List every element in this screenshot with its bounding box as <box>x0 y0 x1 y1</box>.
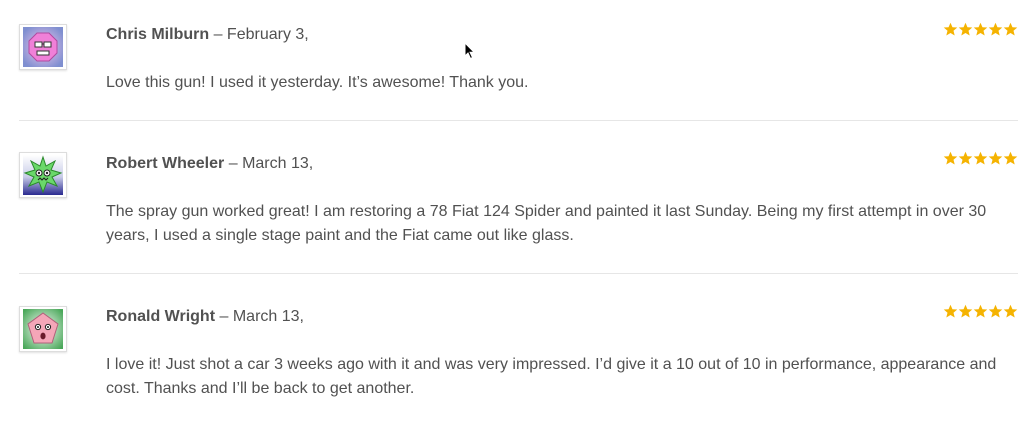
star-icon <box>988 22 1003 36</box>
avatar <box>19 24 67 70</box>
review-separator: – <box>213 26 223 43</box>
review-text: The spray gun worked great! I am restori… <box>106 203 987 244</box>
review-meta: Ronald Wright – March 13, <box>106 307 304 327</box>
star-icon <box>973 304 988 318</box>
star-rating <box>943 22 1018 37</box>
pink-robot-avatar-icon <box>23 27 63 67</box>
star-icon <box>973 22 988 36</box>
star-icon <box>988 151 1003 165</box>
star-icon <box>1003 22 1018 36</box>
review-text: Love this gun! I used it yesterday. It’s… <box>106 74 529 91</box>
avatar <box>19 152 67 198</box>
star-icon <box>958 22 973 36</box>
pink-pentagon-avatar-icon <box>23 309 63 349</box>
review-text: I love it! Just shot a car 3 weeks ago w… <box>106 356 997 397</box>
review-date: February 3, <box>226 26 309 43</box>
star-icon <box>988 304 1003 318</box>
star-icon <box>1003 304 1018 318</box>
divider <box>19 120 1018 121</box>
review-author: Chris Milburn <box>106 26 210 43</box>
green-star-monster-avatar-icon <box>23 155 63 195</box>
divider <box>19 273 1018 274</box>
star-icon <box>943 151 958 165</box>
star-icon <box>958 151 973 165</box>
star-icon <box>958 304 973 318</box>
star-rating <box>943 304 1018 319</box>
review-author: Robert Wheeler <box>106 155 225 172</box>
star-icon <box>943 304 958 318</box>
star-icon <box>973 151 988 165</box>
review-meta: Chris Milburn – February 3, <box>106 25 309 45</box>
avatar <box>19 306 67 352</box>
mouse-cursor-icon <box>464 42 476 60</box>
review-date: March 13, <box>242 155 314 172</box>
reviews-list: Chris Milburn – February 3, Love this gu… <box>0 0 1036 422</box>
star-rating <box>943 151 1018 166</box>
review-date: March 13, <box>232 308 304 325</box>
review-separator: – <box>219 308 229 325</box>
review-meta: Robert Wheeler – March 13, <box>106 154 313 174</box>
review-author: Ronald Wright <box>106 308 216 325</box>
star-icon <box>943 22 958 36</box>
review-separator: – <box>228 155 238 172</box>
star-icon <box>1003 151 1018 165</box>
